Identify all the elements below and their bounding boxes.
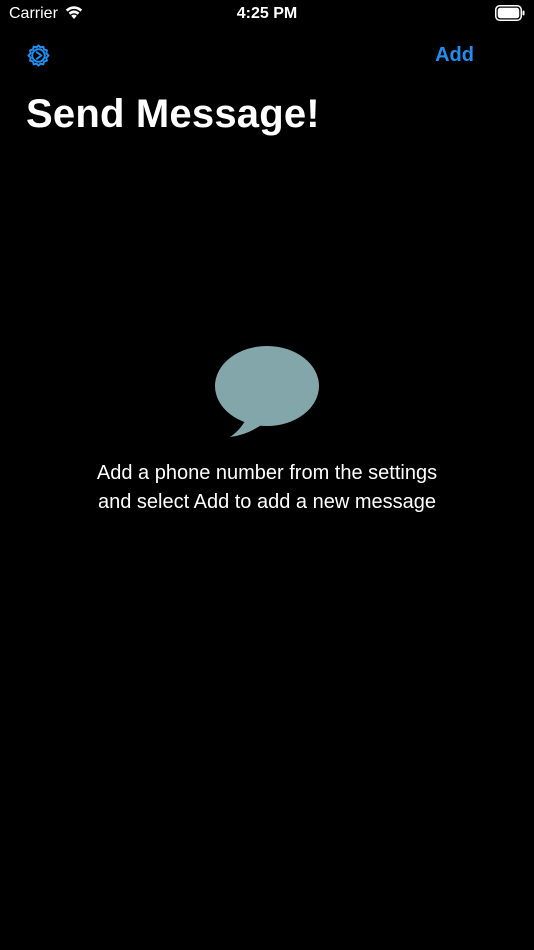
- empty-state-message: Add a phone number from the settings and…: [96, 462, 438, 513]
- status-time: 4:25 PM: [236, 5, 298, 22]
- status-bar: Carrier 4:25 PM: [0, 0, 534, 30]
- gear-icon[interactable]: [25, 42, 52, 69]
- navigation-bar: Add: [0, 38, 534, 74]
- battery-icon: [495, 5, 525, 21]
- empty-state: Add a phone number from the settings and…: [0, 345, 534, 513]
- add-button[interactable]: Add: [435, 43, 474, 67]
- speech-bubble-icon: [215, 346, 319, 437]
- page-title: Send Message!: [26, 92, 320, 136]
